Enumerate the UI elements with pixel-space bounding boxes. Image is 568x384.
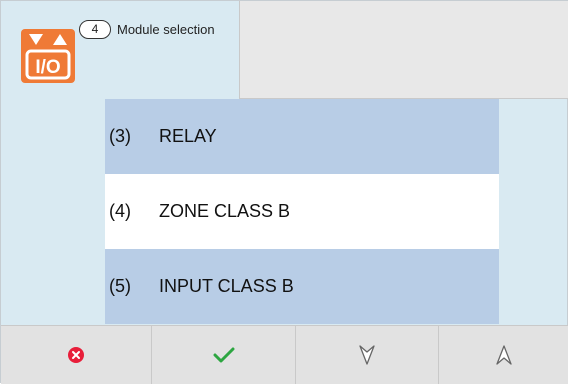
header-right-panel: [239, 1, 568, 99]
list-item-relay[interactable]: (3) RELAY: [105, 99, 499, 174]
list-item-number: (4): [109, 201, 131, 221]
io-module-icon-label: I/O: [35, 57, 60, 78]
cancel-icon: [68, 347, 84, 363]
list-item-label: RELAY: [159, 126, 217, 146]
scroll-down-button[interactable]: [296, 326, 439, 384]
list-item-label: INPUT CLASS B: [159, 276, 294, 296]
list-item-input-class-b[interactable]: (5) INPUT CLASS B: [105, 249, 499, 324]
page-title: Module selection: [117, 22, 215, 37]
list-item-number: (5): [109, 276, 131, 296]
step-badge: 4: [79, 20, 111, 39]
list-item-label: ZONE CLASS B: [159, 201, 291, 221]
check-icon: [213, 347, 234, 363]
footer-toolbar: [1, 325, 568, 384]
confirm-button[interactable]: [152, 326, 296, 384]
list-item-number: (3): [109, 126, 131, 146]
io-module-icon: I/O: [21, 29, 75, 83]
module-selection-screen: I/O 4 Module selection (3) RELAY (4) ZON…: [0, 0, 568, 384]
scroll-up-button[interactable]: [439, 326, 568, 384]
header-left-panel: I/O 4 Module selection: [1, 1, 239, 99]
module-list: (3) RELAY (4) ZONE CLASS B (5) INPUT CLA…: [105, 99, 499, 325]
cancel-button[interactable]: [1, 326, 152, 384]
up-arrow-icon: [496, 345, 512, 365]
list-item-zone-class-b[interactable]: (4) ZONE CLASS B: [105, 174, 499, 249]
down-arrow-icon: [359, 345, 375, 365]
